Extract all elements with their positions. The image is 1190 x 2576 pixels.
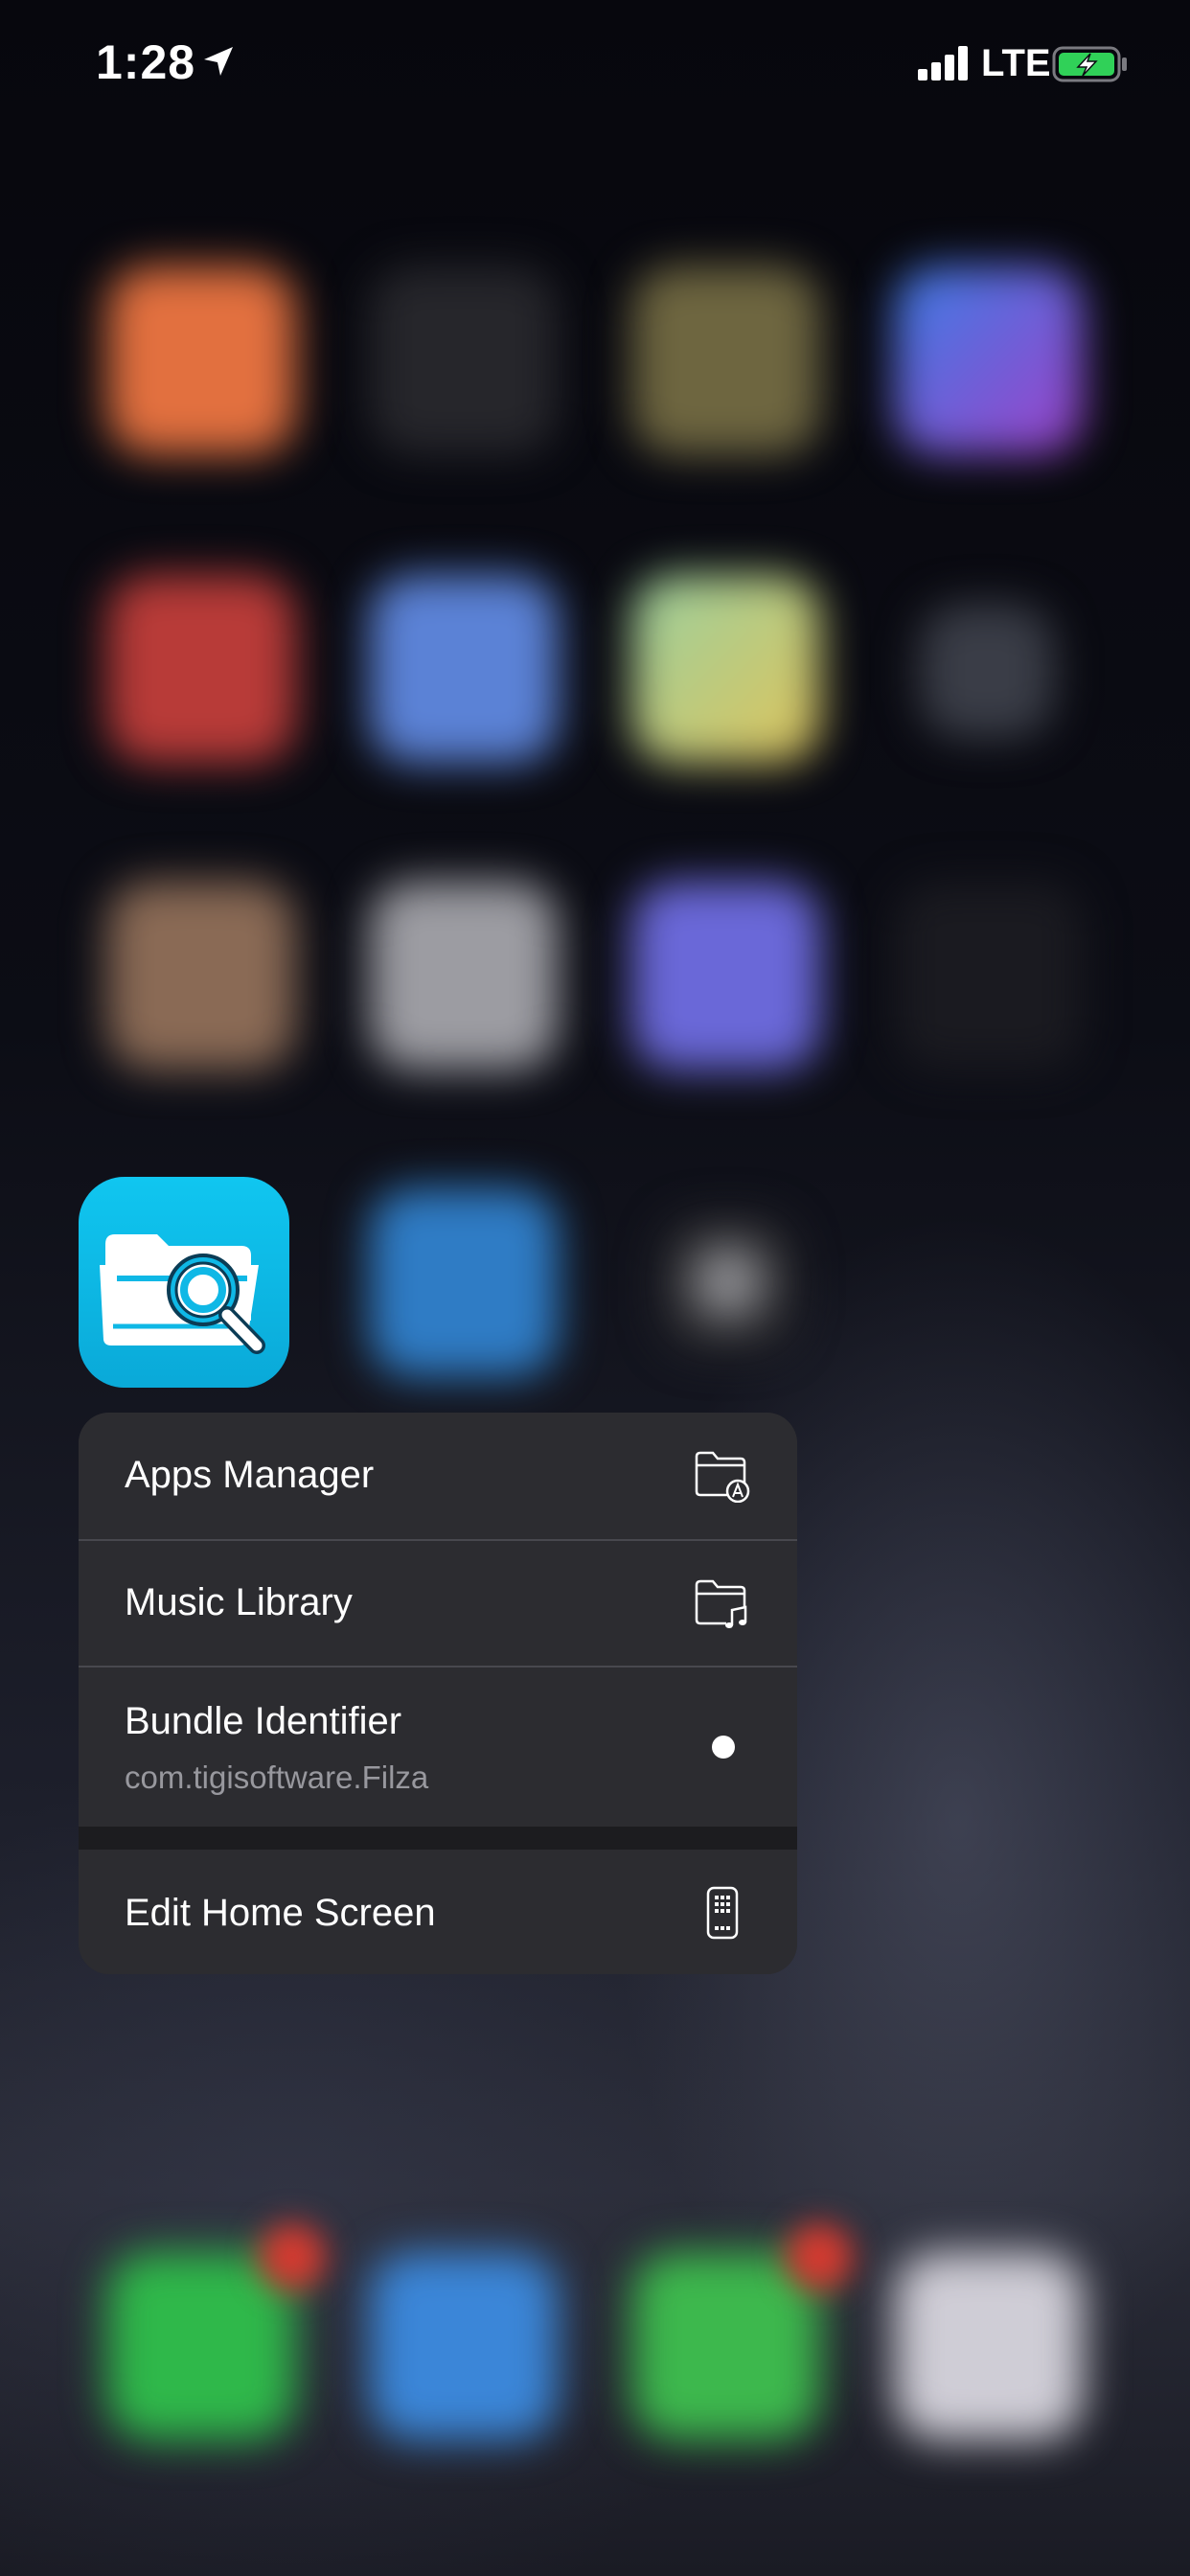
blurred-app xyxy=(107,575,295,763)
menu-item-label: Music Library xyxy=(125,1581,353,1623)
blurred-dock-app xyxy=(895,2252,1083,2440)
status-bar: 1:28 LTE xyxy=(0,0,1190,134)
menu-item-subtitle: com.tigisoftware.Filza xyxy=(125,1760,429,1795)
context-menu: Apps Manager Music Library Bundle Identi… xyxy=(79,1413,797,1974)
blurred-app xyxy=(370,266,558,454)
blurred-app xyxy=(632,575,820,763)
blurred-dock-app xyxy=(370,2252,558,2440)
blurred-app xyxy=(692,1246,765,1319)
menu-group-separator xyxy=(79,1827,797,1850)
menu-item-label: Apps Manager xyxy=(125,1454,375,1496)
blurred-badge xyxy=(786,2223,853,2290)
battery-charging-icon xyxy=(1052,46,1127,82)
blurred-app xyxy=(895,882,1083,1070)
location-arrow-icon xyxy=(204,47,233,76)
cellular-signal-icon xyxy=(918,46,968,80)
menu-item-bundle-identifier[interactable]: Bundle Identifier com.tigisoftware.Filza xyxy=(79,1668,797,1827)
blurred-app xyxy=(370,575,558,763)
blurred-app xyxy=(370,1188,558,1376)
folder-app-store-icon xyxy=(695,1451,750,1503)
menu-item-edit-home-screen[interactable]: Edit Home Screen xyxy=(79,1850,797,1974)
blurred-app xyxy=(920,604,1054,738)
phone-apps-icon xyxy=(706,1886,739,1940)
menu-item-apps-manager[interactable]: Apps Manager xyxy=(79,1413,797,1539)
blurred-app xyxy=(632,882,820,1070)
blurred-dock-app xyxy=(107,2252,295,2440)
blurred-dock-app xyxy=(632,2252,820,2440)
blurred-badge xyxy=(259,2223,326,2290)
blurred-app xyxy=(632,266,820,454)
folder-music-icon xyxy=(695,1579,747,1629)
folder-magnifier-icon xyxy=(100,1234,265,1354)
blurred-app xyxy=(895,266,1083,454)
blurred-app xyxy=(107,882,295,1070)
menu-item-label: Edit Home Screen xyxy=(125,1892,436,1934)
filza-app-icon[interactable] xyxy=(79,1177,289,1388)
blurred-app xyxy=(370,882,558,1070)
network-type: LTE xyxy=(981,42,1051,84)
blurred-app xyxy=(107,266,295,454)
dot-icon xyxy=(712,1736,735,1759)
status-time: 1:28 xyxy=(96,35,196,89)
home-screen: 1:28 LTE Apps Manager Music Library Bund… xyxy=(0,0,1190,2576)
menu-item-label: Bundle Identifier xyxy=(125,1700,402,1742)
menu-item-music-library[interactable]: Music Library xyxy=(79,1541,797,1666)
